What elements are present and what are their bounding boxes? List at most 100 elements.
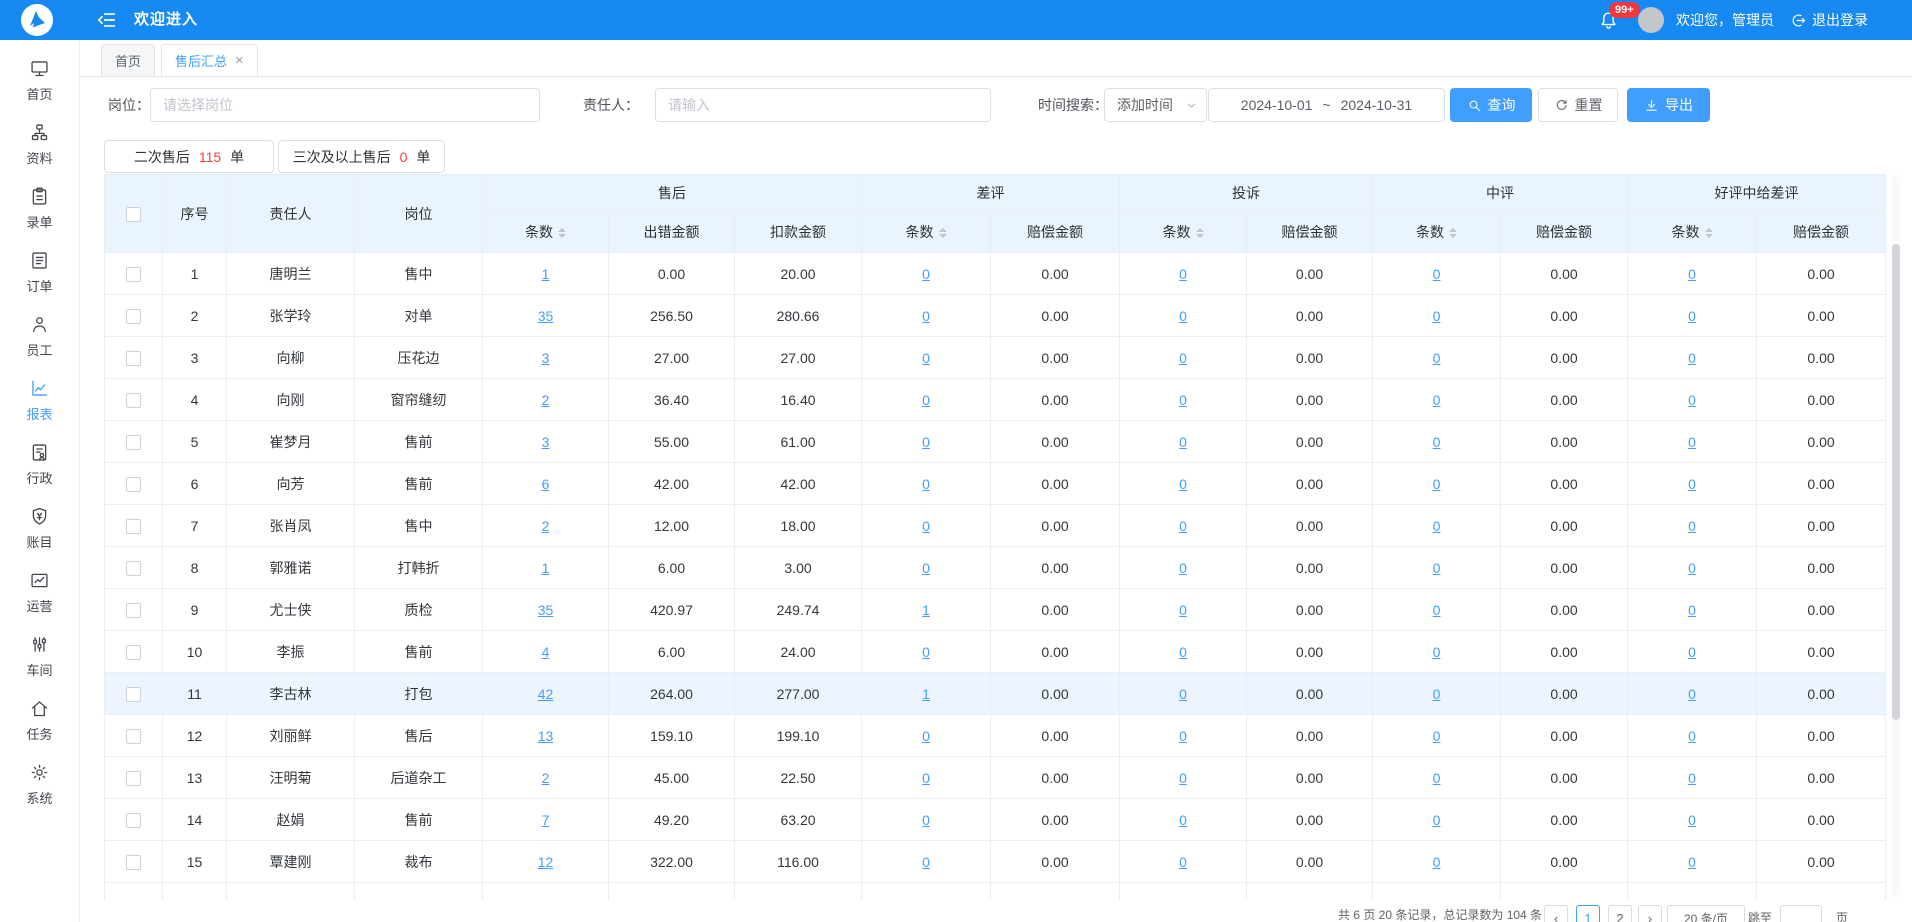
count-link[interactable]: 0 <box>1433 686 1441 702</box>
count-link[interactable]: 0 <box>1179 266 1187 282</box>
sidebar-item-home[interactable]: 首页 <box>0 48 79 112</box>
count-link[interactable]: 0 <box>1433 308 1441 324</box>
col-header-count-sortable[interactable]: 条数 <box>1373 211 1501 253</box>
sort-carets-icon[interactable] <box>558 228 566 238</box>
menu-fold-icon[interactable] <box>96 9 118 31</box>
count-link[interactable]: 0 <box>1688 854 1696 870</box>
row-checkbox[interactable] <box>126 771 141 786</box>
count-link[interactable]: 0 <box>1688 812 1696 828</box>
sort-carets-icon[interactable] <box>1449 228 1457 238</box>
page-button-1[interactable]: 1 <box>1576 905 1600 922</box>
count-link[interactable]: 0 <box>1688 518 1696 534</box>
count-link[interactable]: 0 <box>922 476 930 492</box>
count-link[interactable]: 0 <box>922 308 930 324</box>
count-link[interactable]: 1 <box>542 560 550 576</box>
sidebar-item-staff[interactable]: 员工 <box>0 304 79 368</box>
count-link[interactable]: 1 <box>922 686 930 702</box>
count-link[interactable]: 0 <box>1179 728 1187 744</box>
count-link[interactable]: 0 <box>922 770 930 786</box>
row-checkbox[interactable] <box>126 477 141 492</box>
row-checkbox[interactable] <box>126 855 141 870</box>
sort-carets-icon[interactable] <box>939 228 947 238</box>
count-link[interactable]: 0 <box>922 728 930 744</box>
count-link[interactable]: 0 <box>1433 266 1441 282</box>
row-checkbox[interactable] <box>126 603 141 618</box>
count-link[interactable]: 2 <box>542 392 550 408</box>
count-link[interactable]: 0 <box>922 392 930 408</box>
count-link[interactable]: 35 <box>538 602 554 618</box>
count-link[interactable]: 0 <box>1433 644 1441 660</box>
next-page-button[interactable]: › <box>1638 905 1662 922</box>
count-link[interactable]: 0 <box>1688 560 1696 576</box>
count-link[interactable]: 0 <box>922 266 930 282</box>
count-link[interactable]: 12 <box>538 854 554 870</box>
count-link[interactable]: 0 <box>1179 308 1187 324</box>
row-checkbox[interactable] <box>126 813 141 828</box>
count-link[interactable]: 42 <box>538 686 554 702</box>
count-link[interactable]: 0 <box>922 644 930 660</box>
count-link[interactable]: 0 <box>1688 770 1696 786</box>
count-link[interactable]: 0 <box>922 434 930 450</box>
export-button[interactable]: 导出 <box>1627 88 1710 122</box>
date-range-picker[interactable]: 2024-10-01 ~ 2024-10-31 <box>1208 88 1445 122</box>
count-link[interactable]: 13 <box>538 728 554 744</box>
count-link[interactable]: 0 <box>922 518 930 534</box>
row-checkbox[interactable] <box>126 351 141 366</box>
count-link[interactable]: 0 <box>1688 434 1696 450</box>
row-checkbox[interactable] <box>126 435 141 450</box>
page-button-2[interactable]: 2 <box>1608 905 1632 922</box>
time-type-select[interactable]: 添加时间 <box>1104 88 1207 122</box>
sidebar-item-reports[interactable]: 报表 <box>0 368 79 432</box>
nav-tab-home[interactable]: 首页 <box>101 44 155 76</box>
count-link[interactable]: 0 <box>1688 602 1696 618</box>
sidebar-item-tasks[interactable]: 任务 <box>0 688 79 752</box>
count-link[interactable]: 0 <box>1179 770 1187 786</box>
sidebar-item-accounts[interactable]: 账目 <box>0 496 79 560</box>
count-link[interactable]: 0 <box>1688 728 1696 744</box>
prev-page-button[interactable]: ‹ <box>1544 905 1568 922</box>
count-link[interactable]: 0 <box>1433 560 1441 576</box>
search-button[interactable]: 查询 <box>1450 88 1532 122</box>
count-link[interactable]: 0 <box>1433 476 1441 492</box>
row-checkbox[interactable] <box>126 729 141 744</box>
row-checkbox[interactable] <box>126 561 141 576</box>
count-link[interactable]: 0 <box>1433 812 1441 828</box>
count-link[interactable]: 4 <box>542 644 550 660</box>
sidebar-item-workshop[interactable]: 车间 <box>0 624 79 688</box>
col-header-count-sortable[interactable]: 条数 <box>1628 211 1757 253</box>
subtab-second-aftersales[interactable]: 二次售后 115 单 <box>104 140 274 173</box>
row-checkbox[interactable] <box>126 645 141 660</box>
sort-carets-icon[interactable] <box>1196 228 1204 238</box>
select-all-checkbox[interactable] <box>126 207 141 222</box>
count-link[interactable]: 0 <box>1688 308 1696 324</box>
count-link[interactable]: 3 <box>542 434 550 450</box>
count-link[interactable]: 0 <box>1433 350 1441 366</box>
person-filter-input[interactable] <box>655 88 991 122</box>
count-link[interactable]: 0 <box>1179 476 1187 492</box>
count-link[interactable]: 0 <box>1433 728 1441 744</box>
count-link[interactable]: 0 <box>1433 434 1441 450</box>
sidebar-item-operations[interactable]: 运营 <box>0 560 79 624</box>
row-checkbox[interactable] <box>126 309 141 324</box>
count-link[interactable]: 0 <box>1179 686 1187 702</box>
count-link[interactable]: 2 <box>542 770 550 786</box>
sidebar-item-data[interactable]: 资料 <box>0 112 79 176</box>
sidebar-item-orders[interactable]: 订单 <box>0 240 79 304</box>
reset-button[interactable]: 重置 <box>1538 88 1618 122</box>
page-jump-input[interactable] <box>1780 905 1822 922</box>
count-link[interactable]: 0 <box>1433 518 1441 534</box>
count-link[interactable]: 0 <box>922 854 930 870</box>
count-link[interactable]: 7 <box>542 812 550 828</box>
vertical-scrollbar-thumb[interactable] <box>1892 244 1900 720</box>
count-link[interactable]: 0 <box>922 560 930 576</box>
sort-carets-icon[interactable] <box>1705 228 1713 238</box>
row-checkbox[interactable] <box>126 393 141 408</box>
count-link[interactable]: 0 <box>1688 644 1696 660</box>
row-checkbox[interactable] <box>126 687 141 702</box>
count-link[interactable]: 0 <box>922 350 930 366</box>
sidebar-item-system[interactable]: 系统 <box>0 752 79 816</box>
count-link[interactable]: 3 <box>542 350 550 366</box>
nav-tab-aftersales-summary[interactable]: 售后汇总 × <box>161 44 258 76</box>
count-link[interactable]: 0 <box>1688 392 1696 408</box>
logout-button[interactable]: 退出登录 <box>1790 0 1868 40</box>
